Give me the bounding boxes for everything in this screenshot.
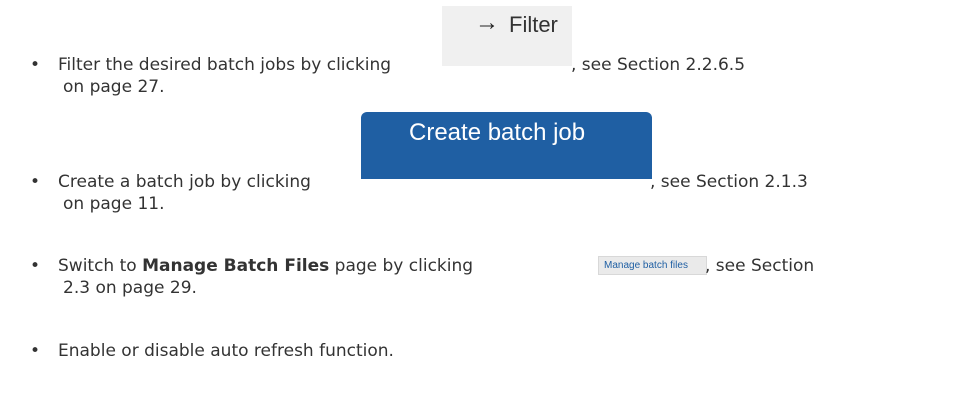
create-batch-job-button[interactable]: Create batch job xyxy=(361,112,652,179)
bullet-continuation: on page 11. xyxy=(63,194,165,214)
bullet-continuation: 2.3 on page 29. xyxy=(63,278,197,298)
bullet-text-after: , see Section 2.1.3 xyxy=(650,172,808,192)
document-page: • Filter the desired batch jobs by click… xyxy=(0,0,969,405)
bullet-marker: • xyxy=(30,172,41,192)
manage-batch-files-button[interactable]: Manage batch files xyxy=(598,256,707,275)
bullet-marker: • xyxy=(30,55,41,75)
arrow-right-icon: → xyxy=(475,9,499,36)
create-batch-job-button-label: Create batch job xyxy=(409,119,586,146)
bullet-text: Filter the desired batch jobs by clickin… xyxy=(58,6,745,76)
bullet-text-before: Filter the desired batch jobs by clickin… xyxy=(58,55,392,75)
bullet-text-after: , see Section xyxy=(705,256,815,276)
bullet-marker: • xyxy=(30,256,41,276)
list-item-filter: • Filter the desired batch jobs by click… xyxy=(30,6,950,114)
filter-button-label: Filter xyxy=(509,12,558,37)
bullet-text-after: , see Section 2.2.6.5 xyxy=(571,55,746,75)
bullet-text: Switch to Manage Batch Files page by cli… xyxy=(58,255,814,277)
list-item-create-batch-job: • Create a batch job by clicking Create … xyxy=(30,112,950,231)
filter-button[interactable]: → Filter xyxy=(442,6,572,66)
bullet-text: Create a batch job by clicking Create ba… xyxy=(58,112,808,193)
bullet-text-before: Switch to xyxy=(58,256,137,276)
list-item-auto-refresh: • Enable or disable auto refresh functio… xyxy=(30,340,950,370)
bullet-text-before: Create a batch job by clicking xyxy=(58,172,311,192)
bullet-continuation: on page 27. xyxy=(63,77,165,97)
bullet-text-middle: page by clicking xyxy=(334,256,474,276)
list-item-manage-batch-files: • Switch to Manage Batch Files page by c… xyxy=(30,255,950,305)
bullet-text: Enable or disable auto refresh function. xyxy=(58,341,394,361)
bullet-marker: • xyxy=(30,341,41,361)
bullet-bold-text: Manage Batch Files xyxy=(142,256,330,276)
manage-batch-files-button-label: Manage batch files xyxy=(604,260,688,271)
